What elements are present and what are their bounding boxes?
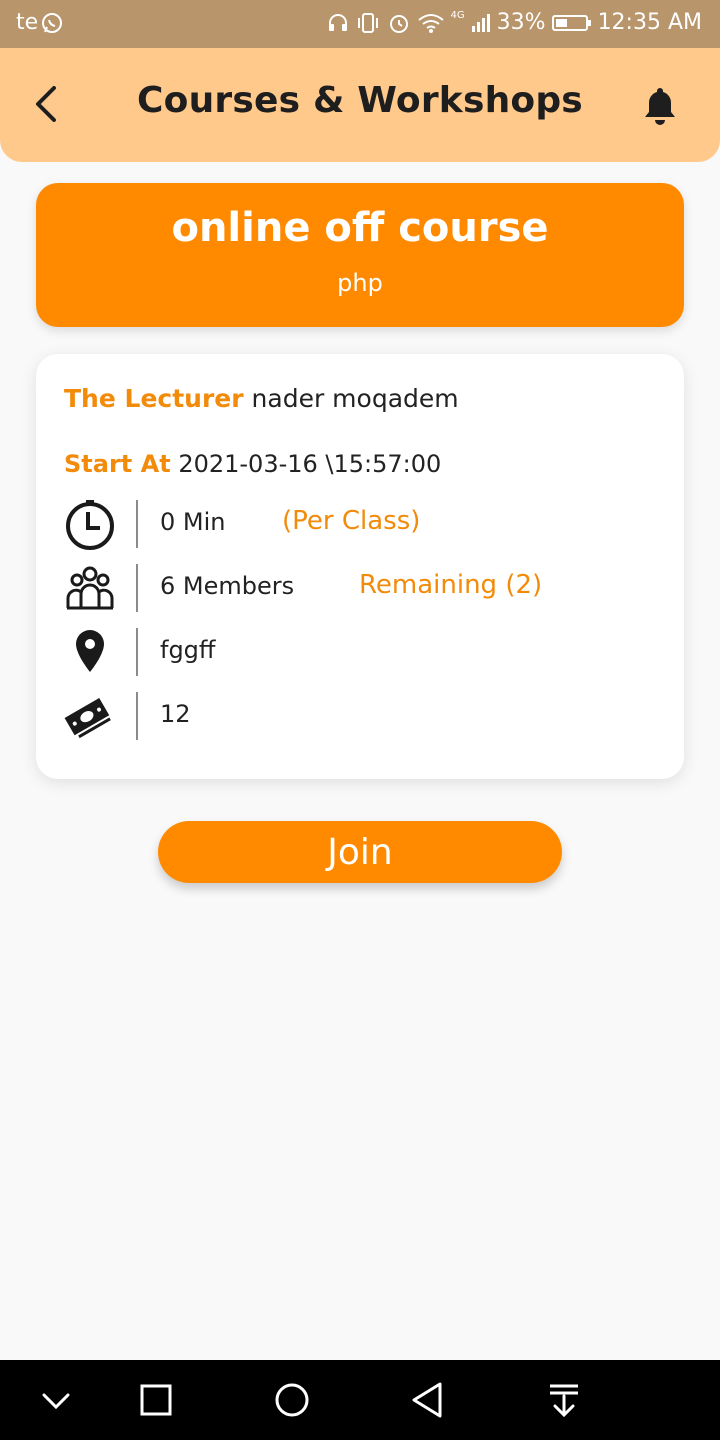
pull-down-icon <box>550 1384 578 1418</box>
signal-icon <box>471 13 490 32</box>
start-label: Start At <box>64 450 171 478</box>
lecturer-name: nader moqadem <box>251 384 459 413</box>
bell-icon <box>645 88 675 125</box>
price-value: 12 <box>160 700 191 728</box>
location-row: fggff <box>36 622 684 678</box>
battery-icon <box>551 14 591 31</box>
status-right: 4G 33% 12:35 AM <box>327 10 702 35</box>
notifications-button[interactable] <box>636 82 684 130</box>
row-divider <box>136 692 138 740</box>
nav-back-button[interactable] <box>406 1378 450 1422</box>
status-left: te <box>16 10 64 35</box>
join-button[interactable]: Join <box>158 821 562 883</box>
remaining-seats: Remaining (2) <box>359 570 543 600</box>
duration-value: 0 Min <box>160 508 226 536</box>
start-line: Start At 2021-03-16 \15:57:00 <box>64 450 441 478</box>
group-icon <box>66 566 114 610</box>
row-divider <box>136 564 138 612</box>
location-value: fggff <box>160 636 216 664</box>
nav-home-button[interactable] <box>270 1378 314 1422</box>
course-details-card: The Lecturer nader moqadem Start At 2021… <box>36 354 684 779</box>
course-subject: php <box>337 269 383 297</box>
square-icon <box>140 1384 172 1416</box>
circle-icon <box>275 1383 309 1417</box>
chevron-down-icon <box>42 1393 70 1410</box>
start-value: 2021-03-16 \15:57:00 <box>178 450 442 478</box>
alarm-icon <box>389 14 408 33</box>
nav-notifications-button[interactable] <box>542 1378 586 1422</box>
whatsapp-icon <box>42 12 63 33</box>
course-title: online off course <box>171 205 549 251</box>
vibrate-icon <box>357 12 378 33</box>
headset-icon <box>328 13 347 31</box>
system-nav-bar <box>0 1360 720 1440</box>
duration-row: 0 Min (Per Class) <box>36 494 684 550</box>
row-divider <box>136 628 138 676</box>
duration-note: (Per Class) <box>282 506 421 536</box>
triangle-back-icon <box>412 1382 442 1418</box>
clock-icon <box>66 500 114 550</box>
carrier-label: te <box>16 10 39 35</box>
app-header: Courses & Workshops <box>0 48 720 162</box>
course-banner: online off course php <box>36 183 684 327</box>
members-value: 6 Members <box>160 572 295 600</box>
lecturer-line: The Lecturer nader moqadem <box>64 384 459 413</box>
members-row: 6 Members Remaining (2) <box>36 558 684 614</box>
page-title: Courses & Workshops <box>137 80 583 121</box>
nav-recents-button[interactable] <box>134 1378 178 1422</box>
clock-time: 12:35 AM <box>597 10 702 35</box>
lecturer-label: The Lecturer <box>64 384 244 413</box>
price-row: 12 <box>36 686 684 742</box>
map-pin-icon <box>76 630 104 672</box>
status-bar: te 4G 33% 12:35 AM <box>0 0 720 48</box>
battery-percent: 33% <box>496 10 546 35</box>
cash-icon <box>64 695 112 739</box>
wifi-icon <box>417 13 444 33</box>
nav-hide-button[interactable] <box>34 1378 78 1422</box>
row-divider <box>136 500 138 548</box>
network-type: 4G <box>450 10 465 21</box>
